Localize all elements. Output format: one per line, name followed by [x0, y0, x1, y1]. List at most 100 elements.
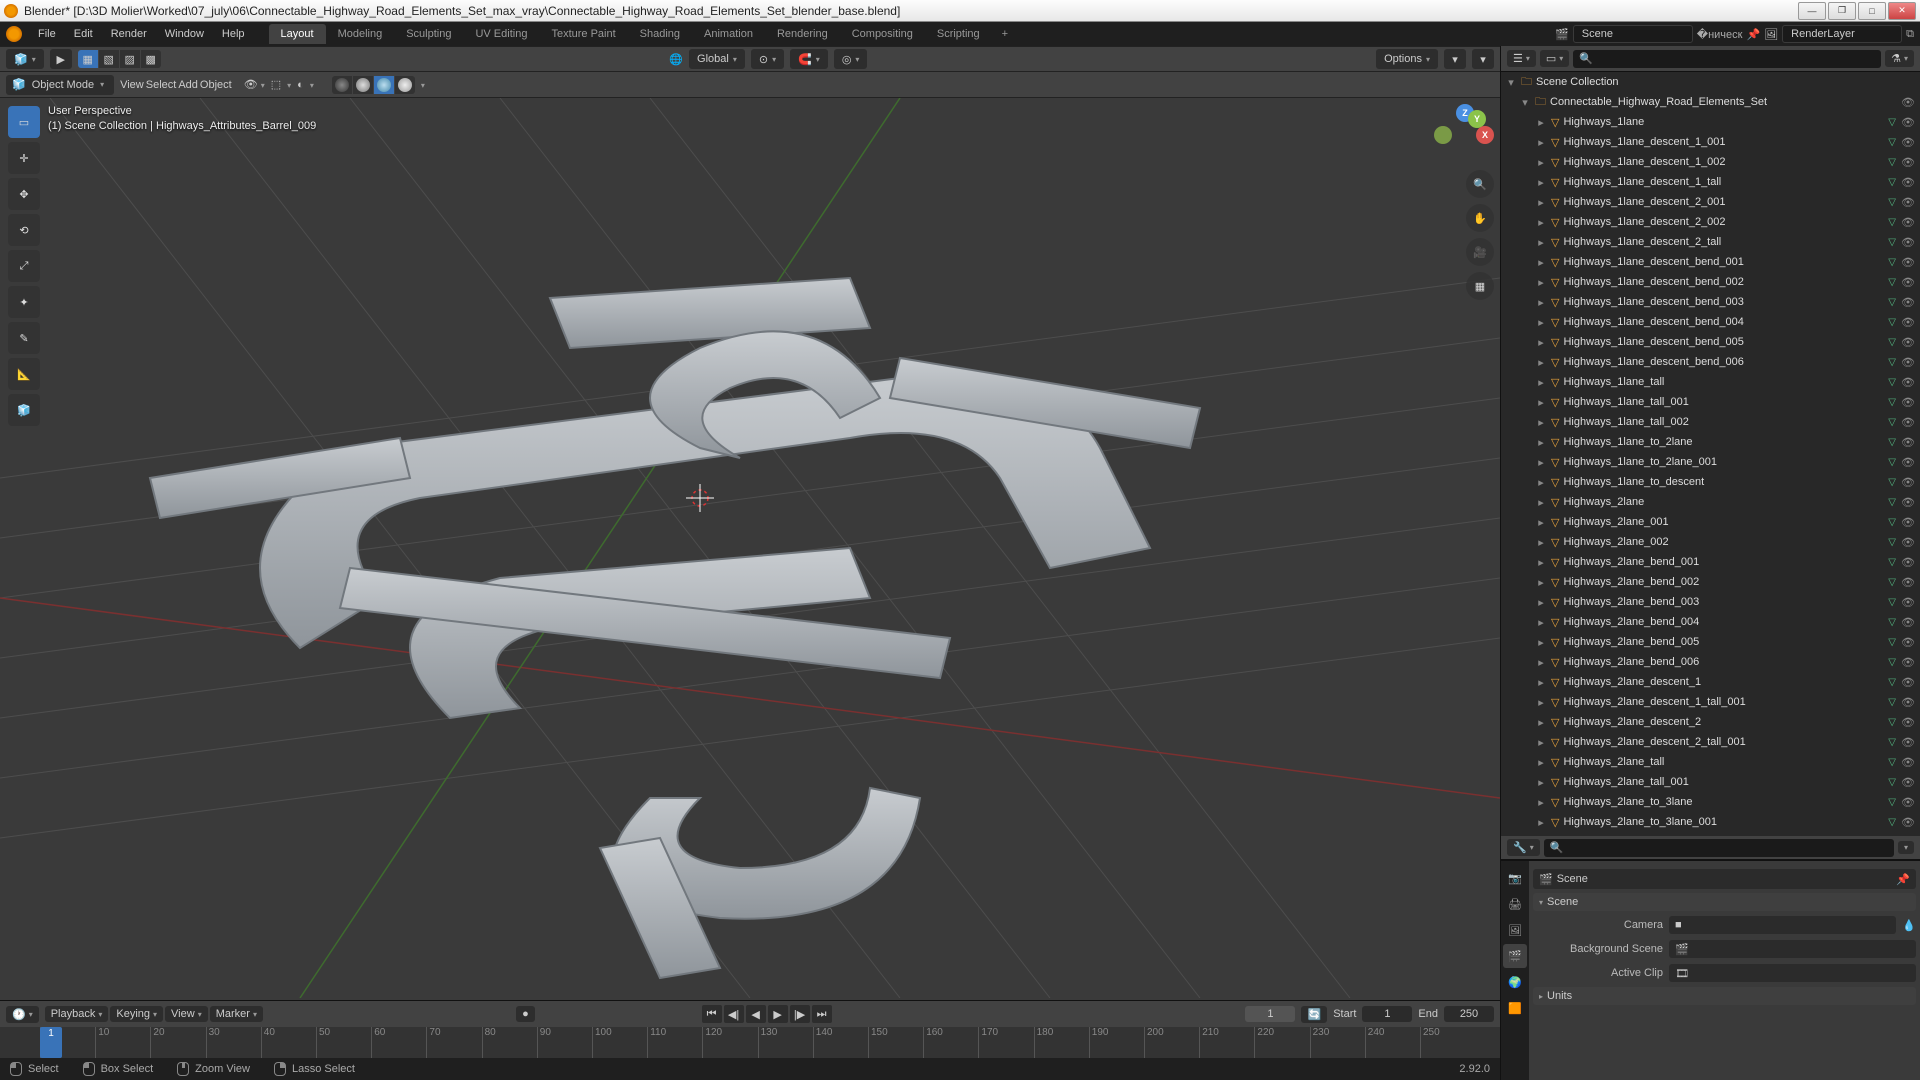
- viewport-3d[interactable]: User Perspective (1) Scene Collection | …: [0, 98, 1500, 1000]
- outliner-row-object[interactable]: ▸▽Highways_1lane_descent_2_001▽👁: [1501, 192, 1920, 212]
- shading-solid[interactable]: [353, 76, 373, 94]
- tool-add[interactable]: 🧊: [8, 394, 40, 426]
- scene-selector[interactable]: Scene: [1573, 25, 1693, 43]
- workspace-tab-sculpting[interactable]: Sculpting: [394, 24, 463, 44]
- outliner-row-object[interactable]: ▸▽Highways_2lane_descent_2▽👁: [1501, 712, 1920, 732]
- hide-toggle-icon[interactable]: 👁: [1900, 336, 1916, 349]
- properties-editor-selector[interactable]: 🔧▾: [1507, 839, 1540, 856]
- tool-rotate[interactable]: ⟲: [8, 214, 40, 246]
- hide-toggle-icon[interactable]: 👁: [1900, 356, 1916, 369]
- hide-toggle-icon[interactable]: 👁: [1900, 756, 1916, 769]
- outliner-row-object[interactable]: ▸▽Highways_2lane_descent_2_tall_001▽👁: [1501, 732, 1920, 752]
- props-tab-scene[interactable]: 🎬: [1503, 944, 1527, 968]
- cursor-tool-toggle[interactable]: ▶: [50, 49, 72, 69]
- timeline-menu-view[interactable]: View ▾: [165, 1006, 208, 1022]
- tool-transform[interactable]: ✦: [8, 286, 40, 318]
- pin-scene-icon[interactable]: 📌: [1746, 28, 1760, 41]
- end-frame-field[interactable]: 250: [1444, 1006, 1494, 1022]
- hide-toggle-icon[interactable]: 👁: [1900, 216, 1916, 229]
- camera-picker-icon[interactable]: 💧: [1902, 919, 1916, 932]
- shading-wire[interactable]: [332, 76, 352, 94]
- hide-toggle-icon[interactable]: 👁: [1900, 176, 1916, 189]
- outliner-row-object[interactable]: ▸▽Highways_1lane_descent_1_001▽👁: [1501, 132, 1920, 152]
- outliner-row-object[interactable]: ▸▽Highways_1lane_tall▽👁: [1501, 372, 1920, 392]
- props-tab-output[interactable]: 🖨: [1503, 892, 1527, 916]
- tool-measure[interactable]: 📐: [8, 358, 40, 390]
- timeline-ruler[interactable]: 0102030405060708090100110120130140150160…: [0, 1027, 1500, 1058]
- menu-file[interactable]: File: [30, 25, 64, 43]
- autokey-toggle[interactable]: ●: [516, 1006, 535, 1022]
- hide-toggle-icon[interactable]: 👁: [1900, 396, 1916, 409]
- hide-toggle-icon[interactable]: 👁: [1900, 676, 1916, 689]
- editor-type-selector[interactable]: 🧊▾: [6, 49, 44, 69]
- transform-orientation[interactable]: Global▾: [689, 49, 745, 69]
- outliner-filter-button[interactable]: ⚗▾: [1885, 50, 1914, 67]
- shading-render[interactable]: [395, 76, 415, 94]
- zoom-gizmo[interactable]: 🔍: [1466, 170, 1494, 198]
- workspace-tab-animation[interactable]: Animation: [692, 24, 765, 44]
- tool-move[interactable]: ✥: [8, 178, 40, 210]
- jump-start-button[interactable]: ⏮: [702, 1005, 722, 1023]
- outliner-row-object[interactable]: ▸▽Highways_2lane_bend_003▽👁: [1501, 592, 1920, 612]
- outliner-row-object[interactable]: ▸▽Highways_1lane_descent_bend_004▽👁: [1501, 312, 1920, 332]
- hide-toggle-icon[interactable]: 👁: [1900, 156, 1916, 169]
- properties-search-mini[interactable]: 🔍: [1544, 839, 1894, 857]
- panel-scene[interactable]: ▾Scene: [1533, 893, 1916, 911]
- persp-gizmo[interactable]: ▦: [1466, 272, 1494, 300]
- overlay-dropdown[interactable]: ▾: [1444, 49, 1466, 69]
- xray-toggle[interactable]: ◐: [297, 79, 304, 91]
- hide-toggle-icon[interactable]: 👁: [1900, 696, 1916, 709]
- hide-toggle-icon[interactable]: 👁: [1900, 796, 1916, 809]
- timeline-menu-marker[interactable]: Marker ▾: [210, 1006, 263, 1022]
- gizmo-btn-4[interactable]: ▩: [141, 50, 161, 68]
- props-tab-viewlayer[interactable]: 🖼: [1503, 918, 1527, 942]
- pivot-selector[interactable]: ⊙▾: [751, 49, 784, 69]
- timeline-editor-selector[interactable]: 🕐▾: [6, 1006, 39, 1023]
- outliner-row-object[interactable]: ▸▽Highways_2lane_bend_002▽👁: [1501, 572, 1920, 592]
- xray-dropdown[interactable]: ▾: [310, 79, 314, 91]
- outliner-row-object[interactable]: ▸▽Highways_2lane_tall▽👁: [1501, 752, 1920, 772]
- outliner-row-object[interactable]: ▸▽Highways_1lane_descent_2_tall▽👁: [1501, 232, 1920, 252]
- hide-toggle-icon[interactable]: 👁: [1900, 496, 1916, 509]
- keyframe-prev-button[interactable]: ◀|: [724, 1005, 744, 1023]
- overlay2-dropdown[interactable]: ▾: [1472, 49, 1494, 69]
- restore-button[interactable]: ❐: [1828, 2, 1856, 20]
- outliner-row-object[interactable]: ▸▽Highways_1lane_tall_002▽👁: [1501, 412, 1920, 432]
- tool-cursor[interactable]: ✛: [8, 142, 40, 174]
- timeline-menu-keying[interactable]: Keying ▾: [110, 1006, 163, 1022]
- hide-toggle-icon[interactable]: 👁: [1900, 636, 1916, 649]
- nav-gizmo[interactable]: Z Y X: [1434, 104, 1494, 164]
- panel-units[interactable]: ▸Units: [1533, 987, 1916, 1005]
- hide-toggle-icon[interactable]: 👁: [1900, 716, 1916, 729]
- outliner-row-object[interactable]: ▸▽Highways_2lane_bend_006▽👁: [1501, 652, 1920, 672]
- outliner-row-object[interactable]: ▸▽Highways_2lane_descent_1▽👁: [1501, 672, 1920, 692]
- outliner-row-object[interactable]: ▸▽Highways_1lane_descent_2_002▽👁: [1501, 212, 1920, 232]
- outliner-row-object[interactable]: ▸▽Highways_2lane_tall_001▽👁: [1501, 772, 1920, 792]
- camera-gizmo[interactable]: 🎥: [1466, 238, 1494, 266]
- workspace-tab-shading[interactable]: Shading: [628, 24, 692, 44]
- workspace-tab-layout[interactable]: Layout: [269, 24, 326, 44]
- props-tab-object[interactable]: 🟧: [1503, 996, 1527, 1020]
- hide-toggle-icon[interactable]: 👁: [1900, 656, 1916, 669]
- outliner-row-object[interactable]: ▸▽Highways_2lane_bend_004▽👁: [1501, 612, 1920, 632]
- playhead[interactable]: 1: [40, 1027, 62, 1058]
- shading-matprev[interactable]: [374, 76, 394, 94]
- viewport-menu-select[interactable]: Select: [146, 79, 177, 91]
- new-scene-button[interactable]: �ническ: [1697, 28, 1743, 41]
- hide-toggle-icon[interactable]: 👁: [1900, 736, 1916, 749]
- play-reverse-button[interactable]: ◀: [746, 1005, 766, 1023]
- blender-icon[interactable]: [6, 26, 22, 42]
- workspace-tab-scripting[interactable]: Scripting: [925, 24, 992, 44]
- hide-toggle-icon[interactable]: 👁: [1900, 96, 1916, 109]
- gizmo-btn-3[interactable]: ▨: [120, 50, 140, 68]
- mode-selector[interactable]: 🧊 Object Mode ▾: [6, 75, 114, 95]
- outliner-row-object[interactable]: ▸▽Highways_1lane_descent_bend_003▽👁: [1501, 292, 1920, 312]
- outliner-row-object[interactable]: ▸▽Highways_2lane_to_3lane▽👁: [1501, 792, 1920, 812]
- outliner-tree[interactable]: ▾🗀 Scene Collection ▾🗀 Connectable_Highw…: [1501, 72, 1920, 836]
- viewport-menu-object[interactable]: Object: [200, 79, 232, 91]
- menu-render[interactable]: Render: [103, 25, 155, 43]
- camera-field[interactable]: ■: [1669, 916, 1896, 934]
- gizmo-btn-2[interactable]: ▧: [99, 50, 119, 68]
- outliner-row-object[interactable]: ▸▽Highways_1lane_to_2lane_001▽👁: [1501, 452, 1920, 472]
- outliner-row-object[interactable]: ▸▽Highways_1lane_descent_1_tall▽👁: [1501, 172, 1920, 192]
